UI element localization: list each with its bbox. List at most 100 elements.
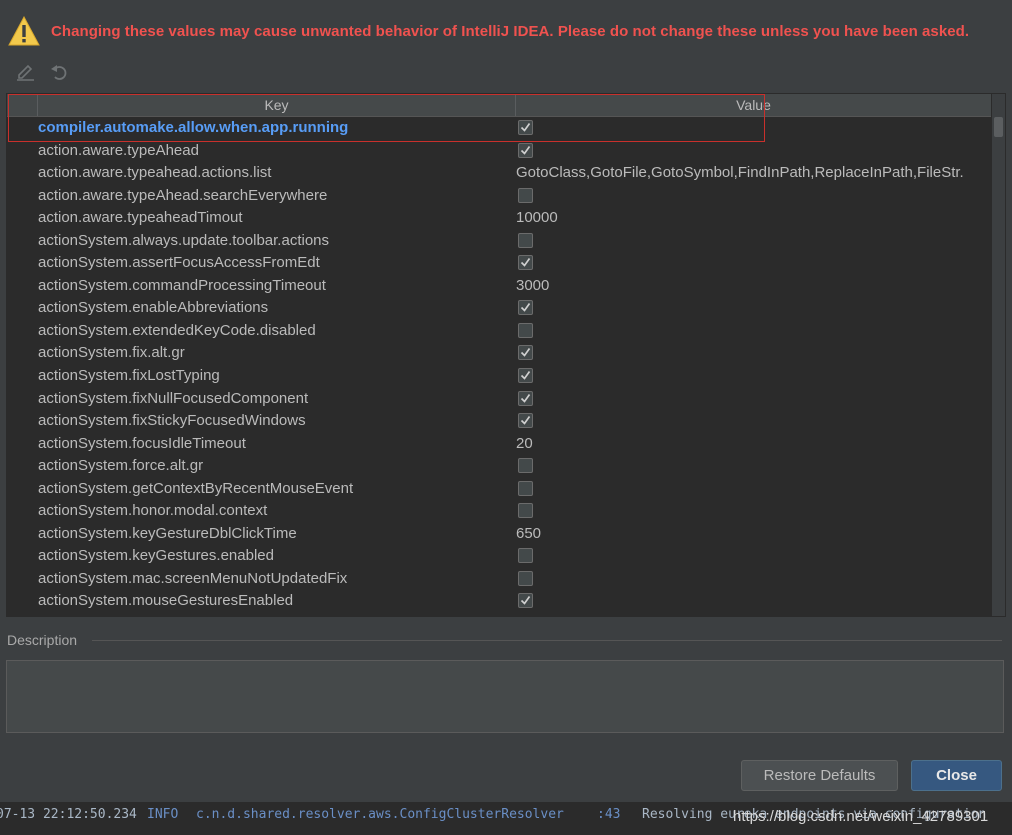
checkmark-icon	[520, 416, 531, 425]
checkbox-unchecked[interactable]	[518, 480, 533, 496]
registry-key: actionSystem.fixStickyFocusedWindows	[38, 412, 306, 430]
vertical-scrollbar[interactable]	[992, 94, 1005, 616]
registry-key: actionSystem.fix.alt.gr	[38, 344, 185, 362]
registry-value[interactable]: GotoClass,GotoFile,GotoSymbol,FindInPath…	[516, 162, 991, 184]
table-row[interactable]: action.aware.typeAhead.searchEverywhere	[7, 185, 991, 208]
registry-value[interactable]: 3000	[516, 275, 991, 297]
restore-defaults-button[interactable]: Restore Defaults	[741, 760, 898, 791]
table-row[interactable]: actionSystem.fix.alt.gr	[7, 342, 991, 365]
checkmark-icon	[520, 348, 531, 358]
table-row[interactable]: actionSystem.mac.screenMenuNotUpdatedFix	[7, 568, 991, 591]
registry-key: actionSystem.force.alt.gr	[38, 457, 204, 475]
registry-key: actionSystem.extendedKeyCode.disabled	[38, 321, 316, 339]
table-row[interactable]: actionSystem.fixNullFocusedComponent	[7, 388, 991, 411]
table-body: compiler.automake.allow.when.app.running…	[7, 117, 991, 616]
registry-key: actionSystem.focusIdleTimeout	[38, 434, 246, 452]
checkbox-checked[interactable]	[518, 120, 533, 135]
checkmark-icon	[520, 393, 531, 403]
registry-key: actionSystem.always.update.toolbar.actio…	[38, 231, 329, 249]
table-row[interactable]: actionSystem.assertFocusAccessFromEdt	[7, 252, 991, 275]
table-row[interactable]: actionSystem.keyGestures.enabled	[7, 545, 991, 568]
watermark-text: https://blog.csdn.net/weixin_42789301	[733, 808, 989, 825]
description-label: Description	[7, 632, 78, 648]
registry-value[interactable]: 20	[516, 433, 991, 455]
registry-key: actionSystem.mac.screenMenuNotUpdatedFix	[38, 569, 348, 587]
checkbox-unchecked[interactable]	[518, 232, 533, 248]
checkbox-unchecked[interactable]	[518, 503, 533, 519]
header-corner	[7, 94, 38, 116]
warning-banner: Changing these values may cause unwanted…	[0, 0, 1012, 60]
toolbar	[14, 60, 94, 84]
table-row[interactable]: actionSystem.commandProcessingTimeout 300…	[7, 275, 991, 298]
checkmark-icon	[520, 123, 531, 132]
table-row[interactable]: actionSystem.keyGestureDblClickTime 650	[7, 523, 991, 546]
checkbox-checked[interactable]	[518, 142, 533, 158]
checkbox-unchecked[interactable]	[518, 187, 533, 203]
checkmark-icon	[520, 145, 531, 155]
table-row[interactable]: actionSystem.force.alt.gr	[7, 455, 991, 478]
checkbox-checked[interactable]	[518, 390, 533, 406]
table-header: Key Value	[7, 94, 991, 117]
registry-key: actionSystem.enableAbbreviations	[38, 299, 269, 317]
undo-icon[interactable]	[48, 60, 70, 82]
log-line-number[interactable]: :43	[597, 804, 620, 826]
registry-table: Key Value compiler.automake.allow.when.a…	[6, 93, 1006, 617]
table-row[interactable]: actionSystem.fixStickyFocusedWindows	[7, 410, 991, 433]
registry-key: actionSystem.mouseGesturesEnabled	[38, 592, 294, 610]
registry-key: actionSystem.assertFocusAccessFromEdt	[38, 254, 320, 272]
scrollbar-thumb[interactable]	[994, 117, 1003, 137]
checkmark-icon	[520, 596, 531, 606]
checkbox-checked[interactable]	[518, 345, 533, 361]
registry-value[interactable]: 10000	[516, 207, 991, 229]
column-header-value[interactable]: Value	[516, 94, 991, 116]
table-row[interactable]: actionSystem.enableAbbreviations	[7, 297, 991, 320]
checkbox-checked[interactable]	[518, 413, 533, 429]
table-row[interactable]: action.aware.typeahead.actions.list GotoC…	[7, 162, 991, 185]
registry-key: actionSystem.keyGestures.enabled	[38, 547, 274, 565]
table-row[interactable]: actionSystem.fixLostTyping	[7, 365, 991, 388]
table-row[interactable]: actionSystem.honor.modal.context	[7, 500, 991, 523]
registry-key: action.aware.typeaheadTimout	[38, 209, 243, 227]
edit-pencil-icon[interactable]	[14, 60, 36, 82]
description-divider	[92, 640, 1002, 641]
checkbox-unchecked[interactable]	[518, 322, 533, 338]
console-log-line: 07-13 22:12:50.234 INFO c.n.d.shared.res…	[0, 802, 1012, 835]
registry-key: actionSystem.honor.modal.context	[38, 502, 268, 520]
registry-key: action.aware.typeahead.actions.list	[38, 164, 272, 182]
column-header-key[interactable]: Key	[38, 94, 516, 116]
registry-key: actionSystem.keyGestureDblClickTime	[38, 524, 297, 542]
table-row[interactable]: actionSystem.getContextByRecentMouseEven…	[7, 478, 991, 501]
warning-triangle-icon	[8, 16, 40, 46]
table-row[interactable]: compiler.automake.allow.when.app.running	[7, 117, 991, 140]
registry-key: actionSystem.fixLostTyping	[38, 367, 220, 385]
table-row[interactable]: actionSystem.focusIdleTimeout 20	[7, 433, 991, 456]
checkmark-icon	[520, 371, 531, 380]
registry-key: action.aware.typeAhead	[38, 141, 199, 159]
table-row[interactable]: action.aware.typeAhead	[7, 140, 991, 163]
table-row[interactable]: actionSystem.always.update.toolbar.actio…	[7, 230, 991, 253]
checkbox-unchecked[interactable]	[518, 570, 533, 586]
checkbox-checked[interactable]	[518, 300, 533, 316]
table-row[interactable]: action.aware.typeaheadTimout 10000	[7, 207, 991, 230]
log-timestamp: 07-13 22:12:50.234	[0, 807, 137, 822]
close-button[interactable]: Close	[911, 760, 1002, 791]
table-row[interactable]: actionSystem.mouseGesturesEnabled	[7, 590, 991, 613]
log-class[interactable]: c.n.d.shared.resolver.aws.ConfigClusterR…	[196, 804, 564, 826]
log-level: INFO	[147, 807, 179, 822]
table-row[interactable]: actionSystem.extendedKeyCode.disabled	[7, 320, 991, 343]
checkbox-checked[interactable]	[518, 255, 533, 271]
checkbox-checked[interactable]	[518, 368, 533, 384]
registry-key: actionSystem.commandProcessingTimeout	[38, 276, 326, 294]
registry-value[interactable]: 650	[516, 523, 991, 545]
registry-key: action.aware.typeAhead.searchEverywhere	[38, 186, 328, 204]
registry-key: actionSystem.getContextByRecentMouseEven…	[38, 479, 354, 497]
checkbox-unchecked[interactable]	[518, 458, 533, 474]
registry-key: actionSystem.fixNullFocusedComponent	[38, 389, 309, 407]
registry-key: compiler.automake.allow.when.app.running	[38, 119, 349, 136]
checkbox-unchecked[interactable]	[518, 548, 533, 564]
description-text-area[interactable]	[6, 660, 1004, 733]
warning-text: Changing these values may cause unwanted…	[51, 23, 970, 40]
checkbox-checked[interactable]	[518, 593, 533, 609]
checkmark-icon	[520, 258, 531, 268]
checkmark-icon	[520, 303, 531, 313]
